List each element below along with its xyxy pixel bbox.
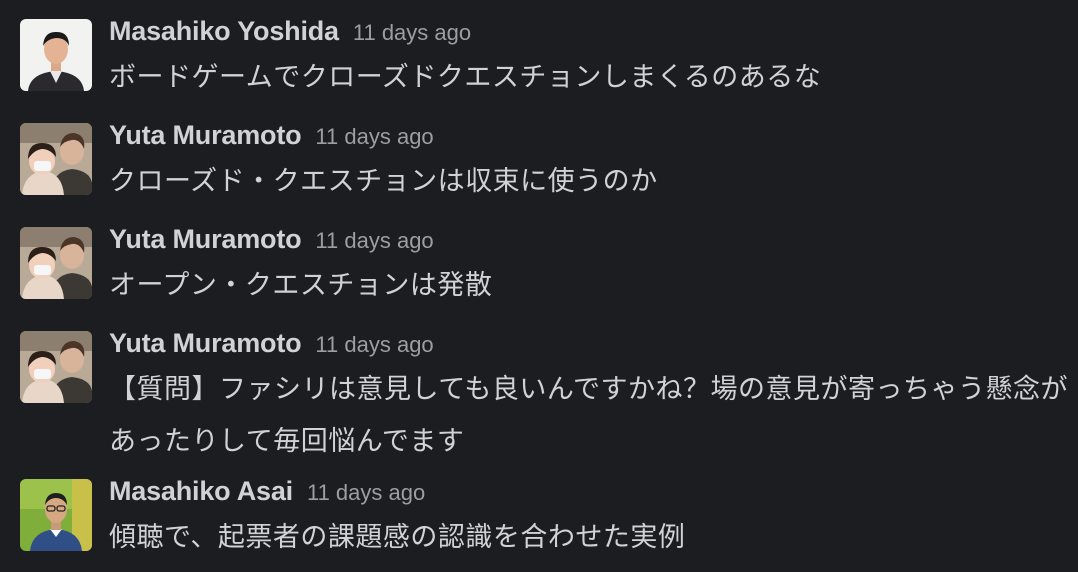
avatar-man-with-child-icon <box>20 123 92 195</box>
message-text: クローズド・クエスチョンは収束に使うのか <box>109 166 658 197</box>
author-name[interactable]: Yuta Muramoto <box>109 120 302 150</box>
message-text: ボードゲームでクローズドクエスチョンしまくるのあるな <box>109 62 822 93</box>
timestamp[interactable]: 11 days ago <box>353 20 471 45</box>
author-name[interactable]: Masahiko Yoshida <box>109 16 339 46</box>
avatar[interactable] <box>20 19 92 91</box>
avatar-man-with-child-icon <box>20 227 92 299</box>
avatar[interactable] <box>20 479 92 551</box>
avatar[interactable] <box>20 227 92 299</box>
author-name[interactable]: Yuta Muramoto <box>109 328 302 358</box>
avatar[interactable] <box>20 331 92 403</box>
timestamp[interactable]: 11 days ago <box>315 124 433 149</box>
timestamp[interactable]: 11 days ago <box>315 228 433 253</box>
avatar-man-suit-icon <box>20 19 92 91</box>
avatar-man-with-child-icon <box>20 331 92 403</box>
message-text: 【質問】ファシリは意見しても良いんですかね？場の意見が寄っちゃう懸念があったりし… <box>109 374 1068 457</box>
author-name[interactable]: Masahiko Asai <box>109 476 293 506</box>
timestamp[interactable]: 11 days ago <box>307 480 425 505</box>
timestamp[interactable]: 11 days ago <box>315 332 433 357</box>
avatar-man-glasses-green-icon <box>20 479 92 551</box>
author-name[interactable]: Yuta Muramoto <box>109 224 302 254</box>
message-text: オープン・クエスチョンは発散 <box>109 270 493 301</box>
message-text: 傾聴で、起票者の課題感の認識を合わせた実例 <box>109 522 686 553</box>
avatar[interactable] <box>20 123 92 195</box>
